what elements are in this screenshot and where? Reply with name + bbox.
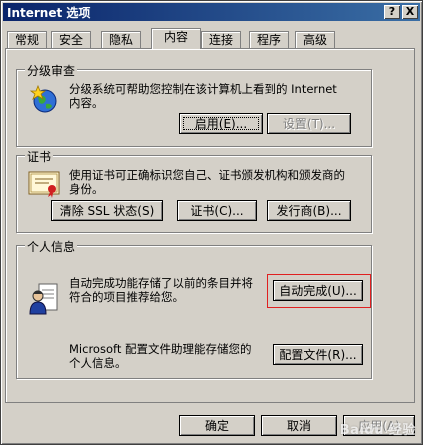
cancel-button[interactable]: 取消	[261, 415, 337, 436]
close-button[interactable]: X	[402, 5, 418, 19]
tab-privacy[interactable]: 隐私	[101, 31, 141, 48]
internet-options-window: Internet 选项 ? X 常规 安全 隐私 内容 连接 程序 高级 分级审…	[0, 0, 423, 445]
certificates-button[interactable]: 证书(C)...	[177, 200, 257, 221]
publishers-button[interactable]: 发行商(B)...	[267, 200, 351, 221]
window-title: Internet 选项	[7, 6, 91, 20]
personal-info-group: 个人信息 自动完成功能存储了以前的条目并将 符合的项目推荐给您。 自动完成(U)…	[16, 238, 372, 379]
content-advisor-label: 分级审查	[25, 62, 78, 79]
content-advisor-desc-1: 分级系统可帮助您控制在该计算机上看到的 Internet	[69, 82, 337, 96]
profile-desc-1: Microsoft 配置文件助理能存储您的	[69, 342, 252, 356]
help-button[interactable]: ?	[384, 5, 400, 19]
profile-assistant-button[interactable]: 配置文件(R)...	[273, 344, 363, 365]
certificate-icon	[28, 171, 60, 198]
ok-button[interactable]: 确定	[179, 415, 255, 436]
profile-desc-2: 个人信息。	[69, 356, 127, 370]
tab-general[interactable]: 常规	[7, 31, 47, 48]
enable-button[interactable]: 启用(E)...	[179, 113, 263, 134]
tab-content[interactable]: 内容	[151, 28, 201, 49]
tab-security[interactable]: 安全	[51, 31, 91, 48]
certificates-label: 证书	[25, 148, 54, 165]
settings-button[interactable]: 设置(T)...	[267, 113, 351, 134]
autocomplete-desc-1: 自动完成功能存储了以前的条目并将	[69, 276, 253, 290]
content-advisor-group: 分级审查 分级系统可帮助您控制在该计算机上看到的 Internet 内容。 启用…	[16, 62, 372, 147]
title-bar[interactable]: Internet 选项 ? X	[3, 3, 420, 21]
baidu-watermark: Baidu 经验	[339, 423, 416, 438]
personal-info-label: 个人信息	[25, 238, 78, 255]
tab-connections[interactable]: 连接	[201, 31, 241, 48]
certificates-desc-2: 身份。	[69, 182, 104, 196]
tab-programs[interactable]: 程序	[249, 31, 289, 48]
certificates-desc-1: 使用证书可正确标识您自己、证书颁发机构和颁发商的	[69, 168, 345, 182]
certificates-group: 证书 使用证书可正确标识您自己、证书颁发机构和颁发商的 身份。 清除 SSL 状…	[16, 148, 372, 233]
personal-info-icon	[29, 283, 58, 315]
clear-ssl-state-button[interactable]: 清除 SSL 状态(S)	[51, 200, 163, 221]
tab-advanced[interactable]: 高级	[295, 31, 335, 48]
content-advisor-desc-2: 内容。	[69, 96, 104, 110]
autocomplete-highlight-box	[267, 274, 371, 308]
autocomplete-desc-2: 符合的项目推荐给您。	[69, 290, 184, 304]
content-tab-panel: 分级审查 分级系统可帮助您控制在该计算机上看到的 Internet 内容。 启用…	[5, 48, 415, 403]
content-advisor-icon	[29, 84, 57, 113]
